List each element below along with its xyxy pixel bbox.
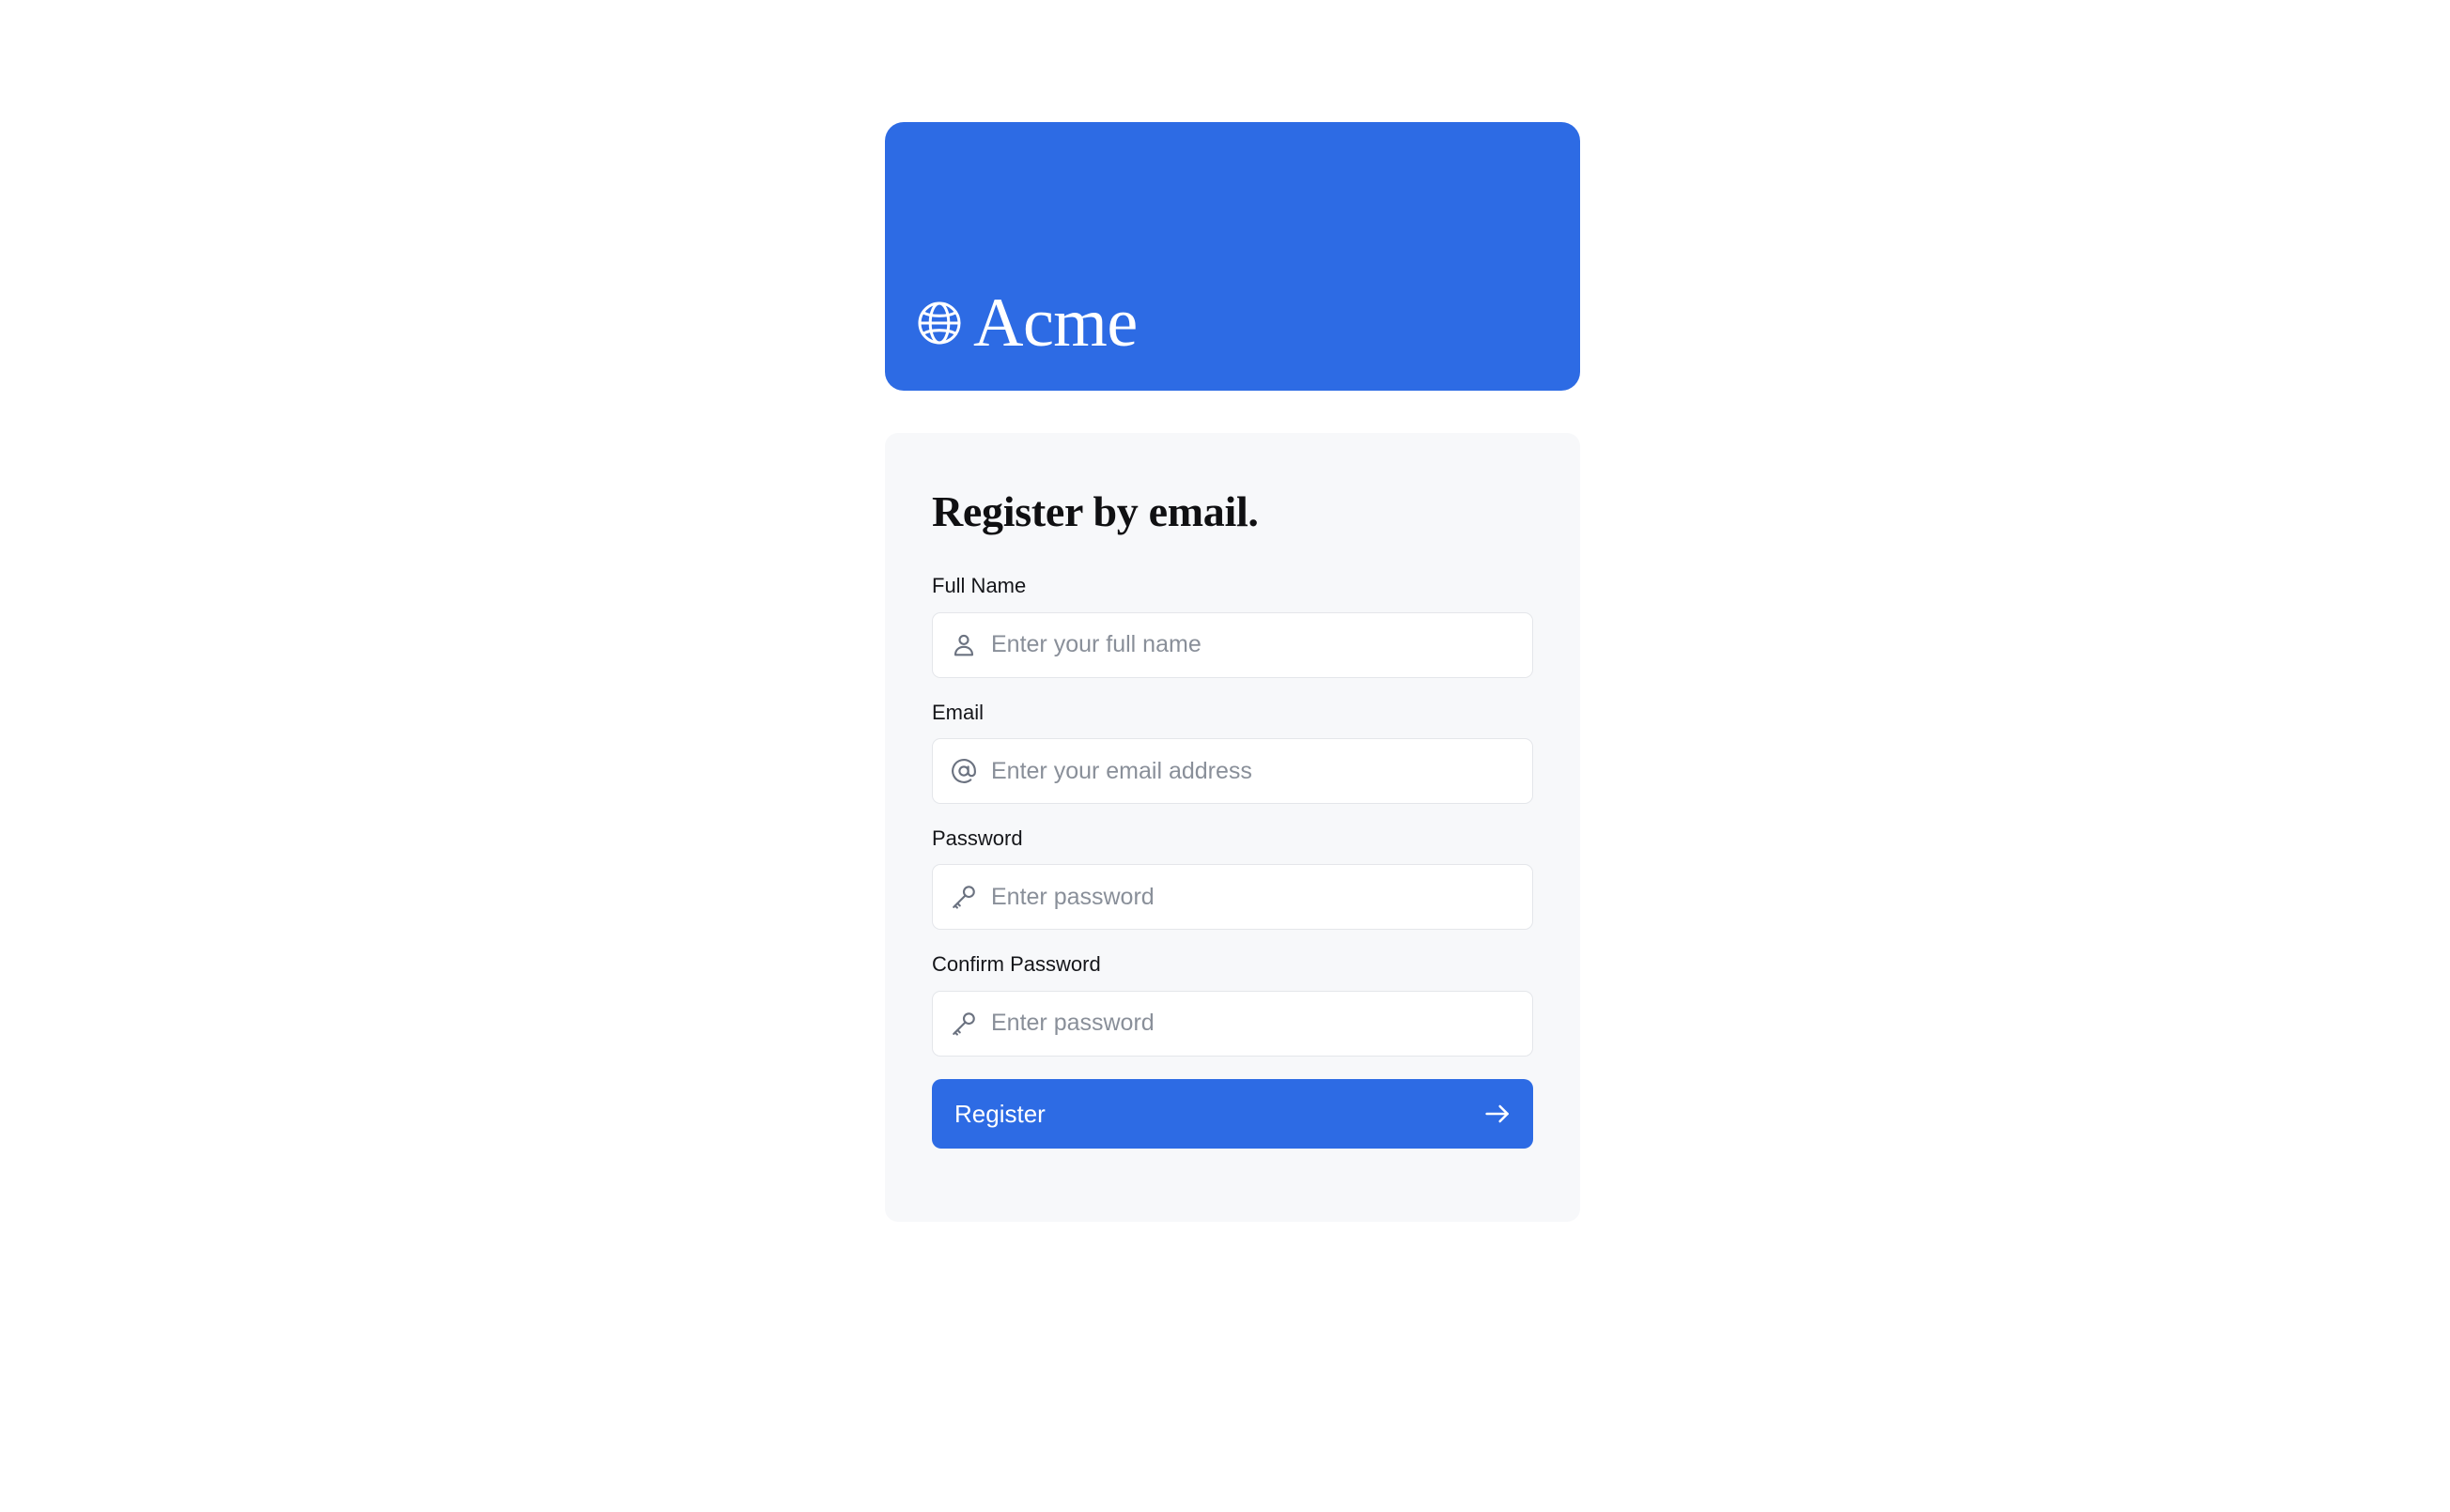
field-confirm-password: Confirm Password — [932, 952, 1533, 1057]
register-button-label: Register — [954, 1099, 1046, 1128]
label-confirm-password: Confirm Password — [932, 952, 1101, 977]
page-title: Register by email. — [932, 487, 1259, 535]
arrow-right-icon — [1485, 1104, 1509, 1123]
confirm-password-input[interactable] — [991, 991, 1515, 1056]
email-input[interactable] — [991, 739, 1515, 804]
input-shell-email[interactable] — [932, 738, 1533, 805]
full-name-input[interactable] — [991, 612, 1515, 677]
input-shell-confirm-password[interactable] — [932, 990, 1533, 1057]
label-full-name: Full Name — [932, 574, 1027, 598]
brand-lockup: Acme — [913, 284, 1138, 362]
register-button[interactable]: Register — [932, 1078, 1533, 1149]
globe-icon — [918, 301, 961, 345]
label-email: Email — [932, 700, 985, 724]
brand-header-card: Acme — [885, 122, 1580, 391]
label-password: Password — [932, 826, 1023, 851]
brand-name: Acme — [973, 284, 1138, 362]
field-password: Password — [932, 826, 1533, 931]
user-icon — [954, 634, 974, 656]
field-full-name: Full Name — [932, 574, 1533, 678]
field-email: Email — [932, 700, 1533, 805]
key-icon — [953, 1012, 975, 1036]
password-input[interactable] — [991, 865, 1515, 930]
key-icon — [953, 886, 975, 910]
input-shell-password[interactable] — [932, 864, 1533, 931]
register-form-card: Register by email. Full Name Email — [885, 433, 1580, 1222]
page-root: Acme Register by email. Full Name Email — [0, 0, 2450, 1512]
auth-container: Acme Register by email. Full Name Email — [885, 122, 1580, 1222]
input-shell-full-name[interactable] — [932, 611, 1533, 678]
at-sign-icon — [952, 759, 976, 783]
